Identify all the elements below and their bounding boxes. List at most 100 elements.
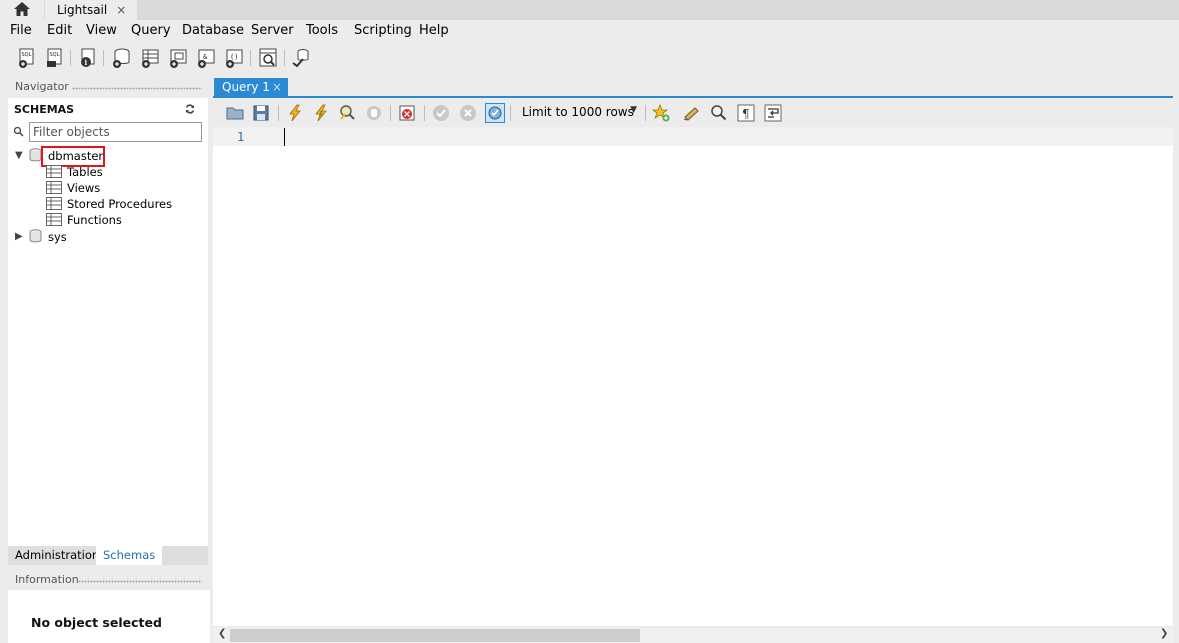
stop-icon[interactable] xyxy=(364,103,384,123)
rollback-icon[interactable] xyxy=(458,103,478,123)
query-tab-label: Query 1 xyxy=(222,80,270,94)
svg-text:I: I xyxy=(320,110,322,118)
home-icon xyxy=(13,1,31,20)
main-toolbar: SQL SQL i & () xyxy=(0,42,1179,74)
find-icon[interactable] xyxy=(709,103,729,123)
database-icon xyxy=(29,229,42,243)
connection-tab[interactable]: Lightsail × xyxy=(45,0,137,20)
no-object-message: No object selected xyxy=(31,615,162,630)
views-icon xyxy=(46,181,62,194)
schema-sys[interactable]: sys xyxy=(48,230,67,244)
invisible-characters-icon[interactable]: ¶ xyxy=(736,103,756,123)
menu-edit[interactable]: Edit xyxy=(47,23,72,38)
panel-grip xyxy=(78,580,202,583)
svg-text:¶: ¶ xyxy=(742,107,750,121)
commit-icon[interactable] xyxy=(431,103,451,123)
new-sql-tab-icon[interactable]: SQL xyxy=(16,47,38,69)
connection-tab-label: Lightsail xyxy=(57,3,108,17)
tree-item-stored-procedures[interactable]: Stored Procedures xyxy=(67,197,172,211)
information-header: Information xyxy=(8,573,208,590)
toolbar-separator xyxy=(645,105,646,121)
menu-query[interactable]: Query xyxy=(131,23,171,38)
chevron-down-icon: ▼ xyxy=(630,105,637,115)
filter-objects-input[interactable] xyxy=(29,122,202,142)
menu-bar: File Edit View Query Database Server Too… xyxy=(0,20,1179,42)
scroll-right-icon[interactable]: ❯ xyxy=(1160,628,1168,639)
editor-tab-bar: Query 1 × xyxy=(213,78,1173,98)
sql-editor[interactable]: 1 xyxy=(213,127,1173,626)
toolbar-separator xyxy=(103,50,104,66)
tree-item-tables[interactable]: Tables xyxy=(67,165,103,179)
menu-help[interactable]: Help xyxy=(419,23,449,38)
navigator-header: Navigator xyxy=(8,80,208,97)
create-view-icon[interactable] xyxy=(167,47,189,69)
panel-grip xyxy=(72,87,202,90)
toolbar-separator xyxy=(424,105,425,121)
open-sql-script-icon[interactable]: SQL xyxy=(44,47,66,69)
navigator-title: Navigator xyxy=(15,80,69,93)
refresh-icon[interactable] xyxy=(184,103,196,115)
execute-icon[interactable] xyxy=(285,103,305,123)
search-table-data-icon[interactable] xyxy=(257,47,279,69)
menu-file[interactable]: File xyxy=(10,23,32,38)
functions-icon xyxy=(46,213,62,226)
search-icon xyxy=(13,126,24,137)
stored-procedures-icon xyxy=(46,197,62,210)
explain-icon[interactable] xyxy=(337,103,357,123)
create-schema-icon[interactable] xyxy=(110,47,132,69)
toolbar-separator xyxy=(70,50,71,66)
svg-text:SQL: SQL xyxy=(22,52,32,58)
navigator-panel: SCHEMAS ▼ dbmaster Tables Views Stored P… xyxy=(8,98,208,546)
information-title: Information xyxy=(15,573,79,586)
open-file-icon[interactable] xyxy=(225,103,245,123)
tables-icon xyxy=(46,165,62,178)
create-table-icon[interactable] xyxy=(139,47,161,69)
toolbar-separator xyxy=(390,105,391,121)
toolbar-separator xyxy=(510,105,511,121)
tab-administration[interactable]: Administration xyxy=(8,546,106,565)
current-line-highlight xyxy=(213,127,1173,146)
menu-view[interactable]: View xyxy=(86,23,117,38)
text-cursor xyxy=(284,128,285,146)
svg-text:SQL: SQL xyxy=(50,52,60,58)
autocommit-icon[interactable] xyxy=(485,103,505,123)
toggle-error-icon[interactable] xyxy=(397,103,417,123)
menu-database[interactable]: Database xyxy=(182,23,244,38)
add-snippet-icon[interactable] xyxy=(651,103,671,123)
expand-arrow-icon[interactable]: ▶ xyxy=(15,231,23,242)
horizontal-scrollbar[interactable]: ❮ ❯ xyxy=(213,628,1173,643)
line-number: 1 xyxy=(237,130,245,144)
tree-item-views[interactable]: Views xyxy=(67,181,100,195)
scrollbar-thumb[interactable] xyxy=(230,629,640,642)
inspector-icon[interactable]: i xyxy=(77,47,99,69)
execute-current-statement-icon[interactable]: I xyxy=(311,103,331,123)
reconnect-icon[interactable] xyxy=(290,47,312,69)
close-icon[interactable]: × xyxy=(272,80,282,94)
home-tab[interactable] xyxy=(0,0,44,20)
close-icon[interactable]: × xyxy=(116,3,126,17)
svg-text:(): () xyxy=(230,53,238,61)
toolbar-separator xyxy=(250,50,251,66)
menu-server[interactable]: Server xyxy=(251,23,294,38)
editor-toolbar: I Limit to 1000 rows ▼ ¶ xyxy=(213,99,1173,127)
top-tab-bar: Lightsail × xyxy=(0,0,1179,20)
schema-dbmaster[interactable]: dbmaster xyxy=(48,149,103,163)
beautify-icon[interactable] xyxy=(682,103,702,123)
tab-schemas[interactable]: Schemas xyxy=(96,546,163,565)
menu-tools[interactable]: Tools xyxy=(306,23,338,38)
schemas-label: SCHEMAS xyxy=(14,103,75,116)
create-function-icon[interactable]: () xyxy=(223,47,245,69)
create-procedure-icon[interactable]: & xyxy=(195,47,217,69)
scroll-left-icon[interactable]: ❮ xyxy=(218,628,226,639)
limit-rows-select[interactable]: Limit to 1000 rows ▼ xyxy=(516,103,641,122)
tree-item-functions[interactable]: Functions xyxy=(67,213,122,227)
window-edge xyxy=(1173,78,1179,643)
word-wrap-icon[interactable] xyxy=(763,103,783,123)
collapse-arrow-icon[interactable]: ▼ xyxy=(15,150,23,161)
save-icon[interactable] xyxy=(251,103,271,123)
tab-query-1[interactable]: Query 1 × xyxy=(214,78,288,97)
navigator-bottom-tabs: Administration Schemas xyxy=(8,546,208,565)
toolbar-separator xyxy=(284,50,285,66)
menu-scripting[interactable]: Scripting xyxy=(354,23,412,38)
information-panel: No object selected xyxy=(8,590,210,643)
